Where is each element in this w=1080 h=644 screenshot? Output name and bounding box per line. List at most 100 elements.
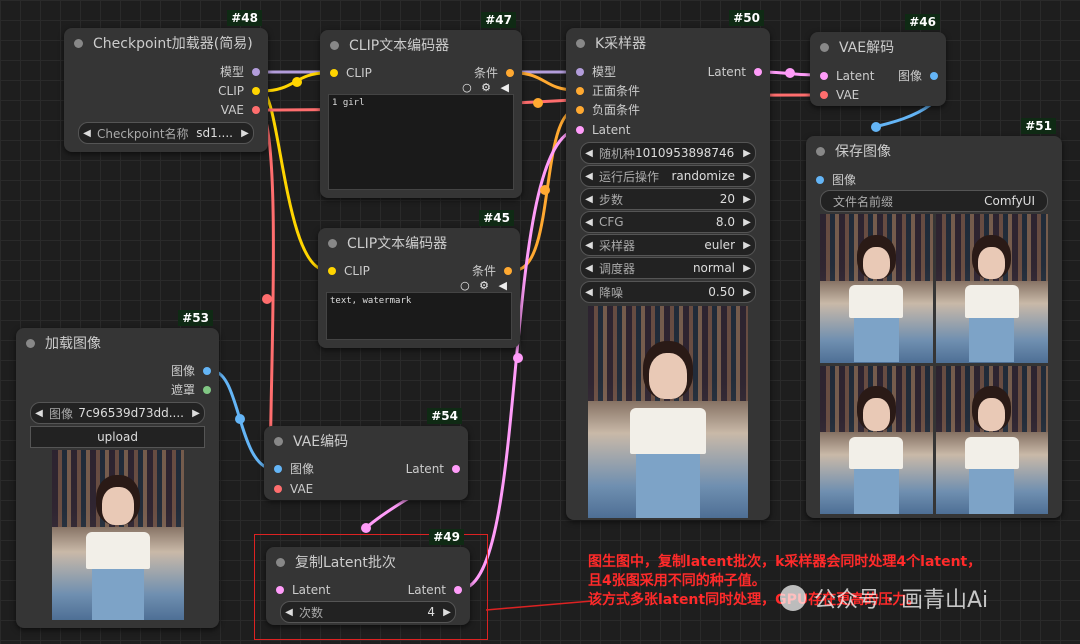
left-arrow-icon[interactable]: ◀ — [581, 240, 597, 251]
input-negative[interactable]: 负面条件 — [576, 102, 640, 118]
output-image[interactable] — [820, 214, 933, 363]
vae-socket[interactable] — [274, 485, 282, 493]
right-arrow-icon[interactable]: ▶ — [739, 194, 755, 205]
clip-socket[interactable] — [330, 69, 338, 77]
output-image[interactable]: 图像 — [171, 363, 211, 379]
output-image[interactable] — [935, 365, 1048, 514]
input-image[interactable]: 图像 — [274, 461, 314, 477]
output-latent[interactable]: Latent — [708, 64, 762, 80]
input-model[interactable]: 模型 — [576, 64, 616, 80]
conditioning-socket[interactable] — [576, 106, 584, 114]
node-title[interactable]: 保存图像 — [806, 136, 1062, 166]
save-image-node[interactable]: #51 保存图像 图像 文件名前缀 ComfyUI — [806, 118, 1062, 518]
output-vae[interactable]: VAE — [221, 102, 260, 118]
left-arrow-icon[interactable]: ◀ — [581, 263, 597, 274]
collapse-dot[interactable] — [816, 146, 825, 156]
input-clip[interactable]: CLIP — [330, 65, 372, 81]
image-socket[interactable] — [274, 465, 282, 473]
collapse-dot[interactable] — [276, 557, 285, 567]
control-after-generate-widget[interactable]: ◀ 运行后操作 randomize ▶ — [580, 165, 756, 187]
output-conditioning[interactable]: 条件 — [472, 263, 512, 279]
denoise-widget[interactable]: ◀ 降噪 0.50 ▶ — [580, 281, 756, 303]
latent-socket[interactable] — [576, 126, 584, 134]
left-arrow-icon[interactable]: ◀ — [581, 148, 597, 159]
node-title[interactable]: CLIP文本编码器 — [318, 228, 520, 258]
scheduler-widget[interactable]: ◀ 调度器 normal ▶ — [580, 257, 756, 279]
steps-widget[interactable]: ◀ 步数 20 ▶ — [580, 188, 756, 210]
output-image[interactable] — [935, 214, 1048, 363]
input-image[interactable]: 图像 — [816, 172, 856, 188]
right-arrow-icon[interactable]: ▶ — [739, 217, 755, 228]
image-combo[interactable]: ◀ 图像 7c96539d73dd.... ▶ — [30, 402, 205, 424]
node-title[interactable]: 加载图像 — [16, 328, 219, 358]
prompt-textarea[interactable]: 1 girl — [328, 94, 514, 190]
input-vae[interactable]: VAE — [274, 481, 313, 497]
node-title[interactable]: 复制Latent批次 — [266, 547, 470, 577]
vae-encode-node[interactable]: #54 VAE编码 图像 Latent VAE — [264, 408, 468, 500]
prompt-toolbar-icons[interactable]: ○ ⚙ ◀ — [460, 279, 510, 292]
prompt-textarea[interactable]: text, watermark — [326, 292, 512, 340]
vae-socket[interactable] — [820, 91, 828, 99]
latent-socket[interactable] — [454, 586, 462, 594]
mask-socket[interactable] — [203, 386, 211, 394]
input-latent[interactable]: Latent — [576, 122, 630, 138]
output-clip[interactable]: CLIP — [218, 83, 260, 99]
collapse-dot[interactable] — [274, 436, 283, 446]
latent-socket[interactable] — [452, 465, 460, 473]
collapse-dot[interactable] — [330, 40, 339, 50]
collapse-dot[interactable] — [328, 238, 337, 248]
clip-text-encode-negative-node[interactable]: #45 CLIP文本编码器 CLIP 条件 ○ ⚙ ◀ text, waterm… — [318, 210, 520, 348]
model-socket[interactable] — [252, 68, 260, 76]
input-clip[interactable]: CLIP — [328, 263, 370, 279]
ksampler-node[interactable]: #50 K采样器 模型 Latent 正面条件 负面条件 Latent ◀ 随机种… — [566, 10, 770, 520]
checkpoint-name-combo[interactable]: ◀ Checkpoint名称 sd1.... ▶ — [78, 122, 254, 144]
node-title[interactable]: CLIP文本编码器 — [320, 30, 522, 60]
vae-decode-node[interactable]: #46 VAE解码 Latent 图像 VAE — [810, 14, 946, 106]
conditioning-socket[interactable] — [506, 69, 514, 77]
cfg-widget[interactable]: ◀ CFG 8.0 ▶ — [580, 211, 756, 233]
output-latent[interactable]: Latent — [408, 582, 462, 598]
load-image-node[interactable]: #53 加载图像 图像 遮罩 ◀ 图像 7c96539d73dd.... ▶ uplo… — [16, 310, 219, 628]
left-arrow-icon[interactable]: ◀ — [79, 128, 95, 139]
filename-prefix-widget[interactable]: 文件名前缀 ComfyUI — [820, 190, 1048, 212]
image-socket[interactable] — [816, 176, 824, 184]
output-mask[interactable]: 遮罩 — [171, 382, 211, 398]
input-positive[interactable]: 正面条件 — [576, 83, 640, 99]
collapse-dot[interactable] — [576, 38, 585, 48]
left-arrow-icon[interactable]: ◀ — [581, 287, 597, 298]
checkpoint-loader-node[interactable]: #48 Checkpoint加载器(简易) 模型 CLIP VAE ◀ Check… — [64, 10, 268, 152]
right-arrow-icon[interactable]: ▶ — [739, 263, 755, 274]
prompt-toolbar-icons[interactable]: ○ ⚙ ◀ — [462, 81, 512, 94]
output-conditioning[interactable]: 条件 — [474, 65, 514, 81]
right-arrow-icon[interactable]: ▶ — [188, 408, 204, 419]
node-title[interactable]: K采样器 — [566, 28, 770, 58]
seed-widget[interactable]: ◀随机种1010953898746017▶ — [580, 142, 756, 164]
right-arrow-icon[interactable]: ▶ — [739, 171, 755, 182]
output-latent[interactable]: Latent — [406, 461, 460, 477]
latent-socket[interactable] — [276, 586, 284, 594]
collapse-dot[interactable] — [74, 38, 83, 48]
latent-socket[interactable] — [754, 68, 762, 76]
left-arrow-icon[interactable]: ◀ — [581, 171, 597, 182]
upload-button[interactable]: upload — [30, 426, 205, 448]
input-latent[interactable]: Latent — [820, 68, 874, 84]
left-arrow-icon[interactable]: ◀ — [581, 194, 597, 205]
left-arrow-icon[interactable]: ◀ — [581, 217, 597, 228]
sampler-widget[interactable]: ◀ 采样器 euler ▶ — [580, 234, 756, 256]
node-title[interactable]: Checkpoint加载器(简易) — [64, 28, 268, 58]
conditioning-socket[interactable] — [576, 87, 584, 95]
output-image[interactable] — [820, 365, 933, 514]
right-arrow-icon[interactable]: ▶ — [739, 287, 755, 298]
input-latent[interactable]: Latent — [276, 582, 330, 598]
image-socket[interactable] — [930, 72, 938, 80]
clip-text-encode-positive-node[interactable]: #47 CLIP文本编码器 CLIP 条件 ○ ⚙ ◀ 1 girl — [320, 12, 522, 198]
node-title[interactable]: VAE编码 — [264, 426, 468, 456]
left-arrow-icon[interactable]: ◀ — [31, 408, 47, 419]
left-arrow-icon[interactable]: ◀ — [281, 607, 297, 618]
output-model[interactable]: 模型 — [220, 64, 260, 80]
collapse-dot[interactable] — [26, 338, 35, 348]
right-arrow-icon[interactable]: ▶ — [439, 607, 455, 618]
node-title[interactable]: VAE解码 — [810, 32, 946, 62]
amount-widget[interactable]: ◀ 次数 4 ▶ — [280, 601, 456, 623]
clip-socket[interactable] — [328, 267, 336, 275]
